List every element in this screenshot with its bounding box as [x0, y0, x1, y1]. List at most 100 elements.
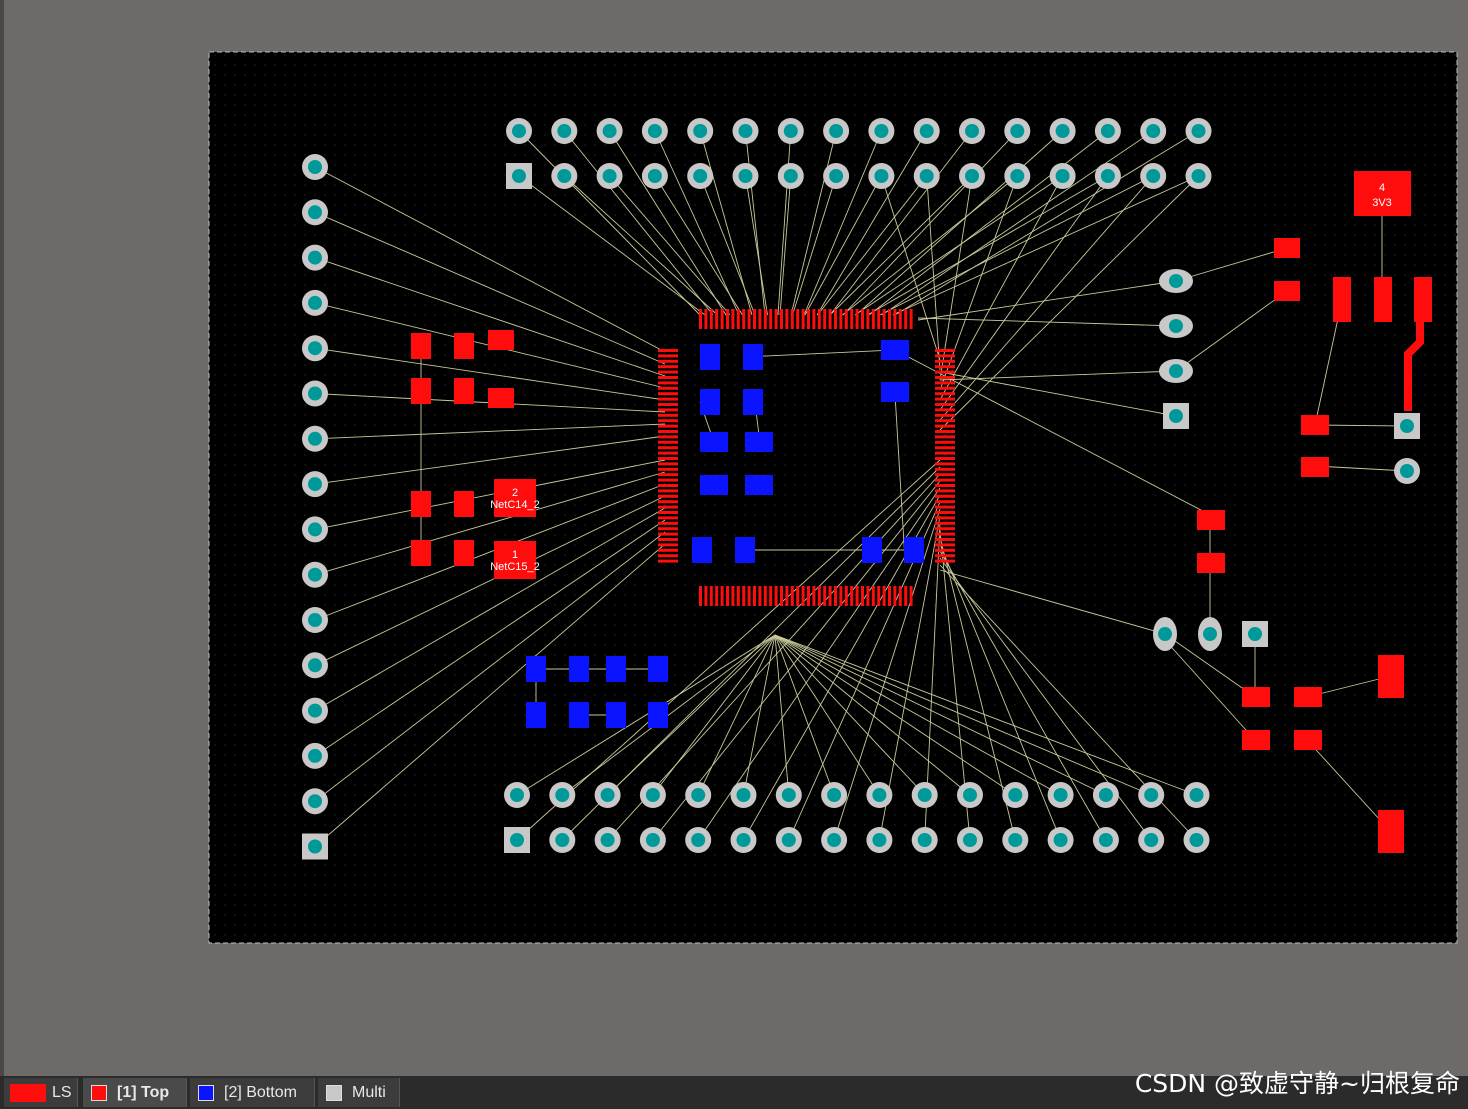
qfp-pin[interactable] [658, 500, 678, 504]
through-hole-pad[interactable] [641, 163, 668, 189]
through-hole-pad[interactable] [302, 335, 328, 362]
qfp-pin[interactable] [769, 309, 773, 329]
qfp-pin[interactable] [935, 349, 955, 352]
smd-pad[interactable] [1378, 810, 1404, 853]
through-hole-pad[interactable] [777, 163, 804, 189]
qfp-pin[interactable] [658, 532, 678, 536]
qfp-pin[interactable] [850, 586, 854, 606]
qfp-pin[interactable] [790, 309, 794, 329]
qfp-pin[interactable] [817, 309, 821, 329]
through-hole-pad[interactable] [302, 471, 328, 498]
smd-pad[interactable] [1294, 687, 1322, 707]
through-hole-pad[interactable] [1159, 314, 1193, 338]
through-hole-pad[interactable] [1183, 782, 1210, 808]
qfp-pin[interactable] [731, 586, 735, 606]
qfp-pin[interactable] [817, 586, 821, 606]
qfp-pin[interactable] [866, 586, 870, 606]
smd-pad[interactable] [1274, 238, 1300, 258]
through-hole-pad[interactable] [913, 118, 940, 144]
through-hole-pad[interactable] [1049, 118, 1076, 144]
smd-pad[interactable] [488, 330, 514, 350]
through-hole-pad[interactable] [639, 782, 666, 808]
smd-pad[interactable] [1414, 277, 1432, 322]
through-hole-pad[interactable] [1183, 827, 1210, 853]
through-hole-pad[interactable] [1049, 163, 1076, 189]
qfp-pin[interactable] [935, 419, 955, 423]
through-hole-pad[interactable] [1242, 621, 1268, 647]
smd-pad[interactable] [745, 432, 773, 452]
through-hole-pad[interactable] [302, 199, 328, 226]
through-hole-pad[interactable] [1002, 782, 1029, 808]
qfp-pin[interactable] [658, 484, 678, 487]
qfp-pin[interactable] [935, 532, 955, 536]
through-hole-pad[interactable] [957, 782, 983, 808]
qfp-pin[interactable] [699, 309, 702, 329]
qfp-pin[interactable] [935, 527, 955, 531]
smd-pad[interactable] [904, 537, 924, 563]
qfp-pin[interactable] [780, 309, 783, 329]
through-hole-pad[interactable] [1394, 458, 1420, 484]
through-hole-pad[interactable] [302, 788, 328, 815]
qfp-pin[interactable] [658, 430, 678, 433]
qfp-pin[interactable] [909, 309, 913, 329]
qfp-pin[interactable] [658, 435, 678, 439]
qfp-pin[interactable] [877, 586, 881, 606]
through-hole-pad[interactable] [685, 827, 712, 853]
qfp-pin[interactable] [658, 559, 678, 563]
qfp-pin[interactable] [780, 586, 783, 606]
smd-pad[interactable] [700, 344, 720, 370]
qfp-pin[interactable] [935, 354, 955, 358]
qfp-pin[interactable] [935, 478, 955, 482]
qfp-pin[interactable] [877, 309, 881, 329]
qfp-pin[interactable] [812, 586, 816, 606]
qfp-pin[interactable] [731, 309, 735, 329]
qfp-pin[interactable] [935, 451, 955, 455]
qfp-pin[interactable] [935, 521, 955, 525]
smd-pad[interactable] [411, 333, 431, 359]
through-hole-pad[interactable] [821, 782, 848, 808]
through-hole-pad[interactable] [302, 652, 328, 679]
through-hole-pad[interactable] [302, 607, 328, 633]
through-hole-pad[interactable] [1159, 269, 1193, 293]
smd-pad[interactable] [569, 702, 589, 728]
qfp-pin[interactable] [935, 408, 955, 412]
qfp-pin[interactable] [699, 586, 702, 606]
layer-tab-bottom[interactable]: [2] Bottom [190, 1078, 315, 1107]
qfp-pin[interactable] [935, 505, 955, 509]
through-hole-pad[interactable] [1092, 827, 1119, 853]
qfp-pin[interactable] [747, 586, 751, 606]
qfp-pin[interactable] [742, 586, 746, 606]
qfp-pin[interactable] [935, 511, 955, 514]
qfp-pin[interactable] [658, 392, 678, 396]
through-hole-pad[interactable] [823, 163, 850, 189]
through-hole-pad[interactable] [1140, 163, 1167, 189]
qfp-pin[interactable] [747, 309, 751, 329]
qfp-pin[interactable] [658, 413, 678, 417]
through-hole-pad[interactable] [775, 827, 802, 853]
smd-pad[interactable] [454, 491, 474, 517]
smd-pad[interactable] [411, 378, 431, 404]
through-hole-pad[interactable] [959, 118, 985, 144]
smd-pad[interactable] [1197, 553, 1225, 573]
through-hole-pad[interactable] [685, 782, 712, 808]
qfp-pin[interactable] [709, 586, 713, 606]
qfp-pin[interactable] [658, 381, 678, 385]
smd-pad[interactable] [411, 540, 431, 566]
qfp-pin[interactable] [658, 516, 678, 520]
through-hole-pad[interactable] [639, 827, 666, 853]
qfp-pin[interactable] [935, 484, 955, 487]
through-hole-pad[interactable] [1092, 782, 1119, 808]
through-hole-pad[interactable] [302, 833, 328, 860]
qfp-pin[interactable] [861, 309, 864, 329]
qfp-pin[interactable] [828, 586, 832, 606]
through-hole-pad[interactable] [1004, 118, 1031, 144]
qfp-pin[interactable] [935, 397, 955, 401]
smd-pad[interactable] [526, 702, 546, 728]
through-hole-pad[interactable] [302, 561, 328, 588]
through-hole-pad[interactable] [1047, 782, 1074, 808]
smd-pad[interactable] [700, 432, 728, 452]
qfp-pin[interactable] [893, 586, 897, 606]
through-hole-pad[interactable] [551, 163, 578, 189]
smd-pad[interactable] [1333, 277, 1351, 322]
smd-pad[interactable] [700, 389, 720, 415]
